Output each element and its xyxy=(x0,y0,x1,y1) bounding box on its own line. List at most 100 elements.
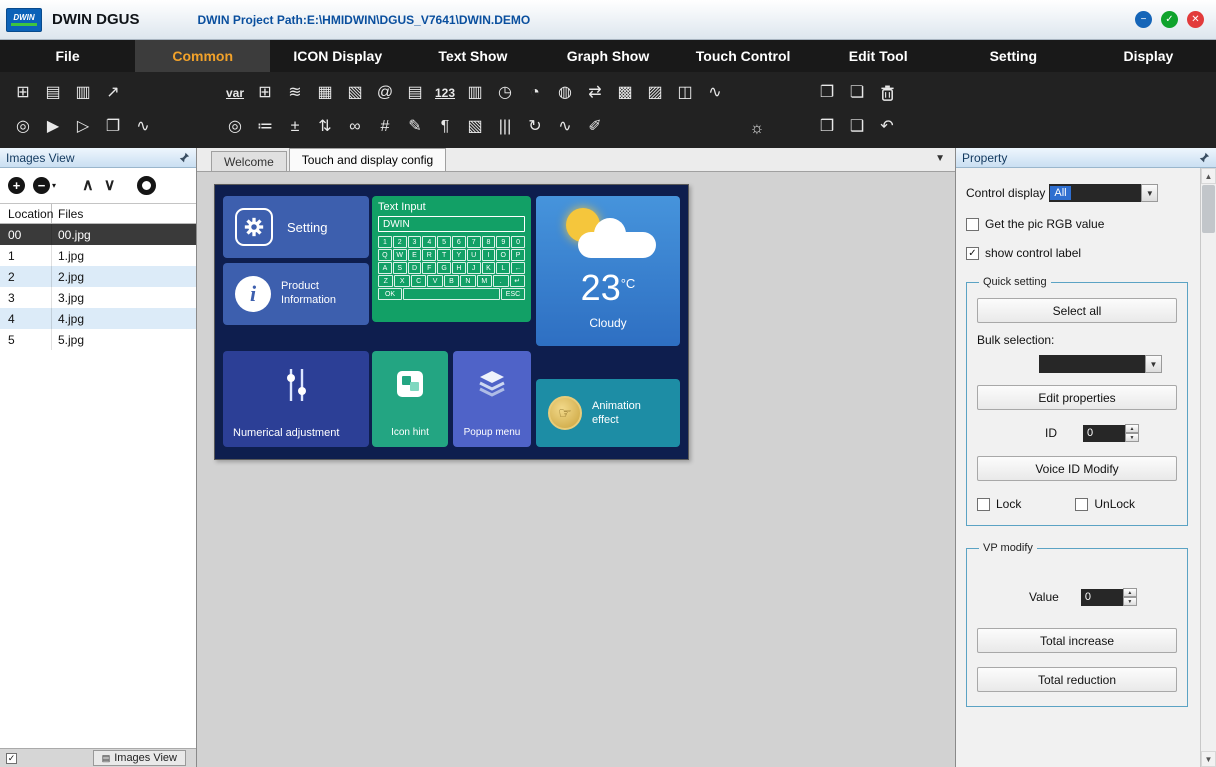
value-spin-up-icon[interactable]: ▲ xyxy=(1123,588,1137,597)
table-row[interactable]: 2 2.jpg xyxy=(0,266,196,287)
paste-icon[interactable]: ❒ xyxy=(812,114,842,140)
qr-code-icon[interactable]: ▩ xyxy=(610,80,640,106)
vertical-scrollbar[interactable]: ▲ ▼ xyxy=(1200,168,1216,767)
grid-icon[interactable]: ⊞ xyxy=(250,80,280,106)
play-icon[interactable]: ▶ xyxy=(38,114,68,140)
tab-welcome[interactable]: Welcome xyxy=(211,151,287,171)
equalizer-icon[interactable]: ||| xyxy=(490,114,520,140)
table-row[interactable]: 3 3.jpg xyxy=(0,287,196,308)
voice-id-modify-button[interactable]: Voice ID Modify xyxy=(977,456,1177,481)
paste-special-icon[interactable]: ❑ xyxy=(842,114,872,140)
qr-scan-icon[interactable]: ◍ xyxy=(550,80,580,106)
id-input[interactable]: 0 xyxy=(1083,425,1125,442)
confirm-button[interactable]: ✓ xyxy=(1161,11,1178,28)
remove-dropdown-icon[interactable]: ▾ xyxy=(52,181,56,190)
value-spin-down-icon[interactable]: ▼ xyxy=(1123,597,1137,606)
weather-tile[interactable]: 23 °C Cloudy xyxy=(536,196,680,346)
variable-icon[interactable]: var xyxy=(220,80,250,106)
control-display-dropdown-icon[interactable]: ▼ xyxy=(1141,184,1158,202)
text-style-icon[interactable]: ¶ xyxy=(430,114,460,140)
numerical-adjustment-tile[interactable]: Numerical adjustment xyxy=(223,351,369,447)
text-input-tile[interactable]: Text Input DWIN 1234567890 QWERTYUIOP AS… xyxy=(372,196,531,322)
select-all-button[interactable]: Select all xyxy=(977,298,1177,323)
move-down-button[interactable]: ∨ xyxy=(104,178,116,194)
brush-icon[interactable]: ✐ xyxy=(580,114,610,140)
lock-checkbox[interactable] xyxy=(977,498,990,511)
table-row[interactable]: 4 4.jpg xyxy=(0,308,196,329)
setting-tile[interactable]: Setting xyxy=(223,196,369,258)
animation-effect-tile[interactable]: ☞ Animation effect xyxy=(536,379,680,447)
at-icon[interactable]: @ xyxy=(370,80,400,106)
new-picture-icon[interactable]: ⊞ xyxy=(8,80,38,106)
number-display-icon[interactable]: 123 xyxy=(430,80,460,106)
menu-common[interactable]: Common xyxy=(135,40,270,72)
images-view-bottom-tab[interactable]: ▤ Images View xyxy=(93,750,186,766)
tab-touch-and-display-config[interactable]: Touch and display config xyxy=(289,148,446,171)
move-up-button[interactable]: ∧ xyxy=(82,178,94,194)
menu-file[interactable]: File xyxy=(0,40,135,72)
tune-icon[interactable]: ⇅ xyxy=(310,114,340,140)
product-information-tile[interactable]: i Product Information xyxy=(223,263,369,325)
value-input[interactable]: 0 xyxy=(1081,589,1123,606)
close-button[interactable]: ✕ xyxy=(1187,11,1204,28)
zoom-document-icon[interactable]: ◎ xyxy=(8,114,38,140)
data-transfer-icon[interactable]: ⇄ xyxy=(580,80,610,106)
copy-icon[interactable]: ❐ xyxy=(812,80,842,106)
panel-checkbox[interactable]: ✓ xyxy=(6,753,17,764)
id-spin-up-icon[interactable]: ▲ xyxy=(1125,424,1139,433)
menu-edit-tool[interactable]: Edit Tool xyxy=(811,40,946,72)
scroll-up-icon[interactable]: ▲ xyxy=(1201,168,1216,184)
roller-icon[interactable]: ◫ xyxy=(670,80,700,106)
clock-icon[interactable]: ◷ xyxy=(490,80,520,106)
control-display-select[interactable]: All xyxy=(1049,184,1141,202)
adjust-icon[interactable]: ≋ xyxy=(280,80,310,106)
save-icon[interactable]: ▤ xyxy=(38,80,68,106)
bezier-icon[interactable]: ∿ xyxy=(550,114,580,140)
show-label-checkbox[interactable]: ✓ xyxy=(966,247,979,260)
menu-text-show[interactable]: Text Show xyxy=(405,40,540,72)
table-row[interactable]: 5 5.jpg xyxy=(0,329,196,350)
menu-graph-show[interactable]: Graph Show xyxy=(540,40,675,72)
data-box-icon[interactable]: ▦ xyxy=(310,80,340,106)
icon-hint-tile[interactable]: Icon hint xyxy=(372,351,448,447)
print-icon[interactable]: ▥ xyxy=(68,80,98,106)
screen-preview-icon[interactable]: ❐ xyxy=(98,114,128,140)
keypad-icon[interactable]: # xyxy=(370,114,400,140)
image-display-icon[interactable]: ▧ xyxy=(340,80,370,106)
export-icon[interactable]: ↗ xyxy=(98,80,128,106)
add-image-button[interactable]: + xyxy=(8,177,25,194)
plus-minus-icon[interactable]: ± xyxy=(280,114,310,140)
curve-icon[interactable]: ∿ xyxy=(128,114,158,140)
undo-icon[interactable]: ↶ xyxy=(872,114,902,140)
minimize-button[interactable]: − xyxy=(1135,11,1152,28)
delete-icon[interactable] xyxy=(872,80,902,106)
bulk-selection-dropdown-icon[interactable]: ▼ xyxy=(1145,355,1162,373)
preview-image-button[interactable] xyxy=(137,176,156,195)
list-icon[interactable]: ≔ xyxy=(250,114,280,140)
text-search-icon[interactable]: ◎ xyxy=(220,114,250,140)
popup-menu-tile[interactable]: Popup menu xyxy=(453,351,531,447)
chart-icon[interactable]: ▨ xyxy=(640,80,670,106)
pen-icon[interactable]: ✎ xyxy=(400,114,430,140)
page-icon[interactable]: ▥ xyxy=(460,80,490,106)
play-list-icon[interactable]: ▷ xyxy=(68,114,98,140)
menu-icon-display[interactable]: ICON Display xyxy=(270,40,405,72)
duplicate-icon[interactable]: ❏ xyxy=(842,80,872,106)
brightness-icon[interactable]: ☼ xyxy=(742,116,772,142)
id-spin-down-icon[interactable]: ▼ xyxy=(1125,433,1139,442)
menu-setting[interactable]: Setting xyxy=(946,40,1081,72)
menu-display[interactable]: Display xyxy=(1081,40,1216,72)
menu-touch-control[interactable]: Touch Control xyxy=(676,40,811,72)
text-input-field[interactable]: DWIN xyxy=(378,216,525,232)
total-reduction-button[interactable]: Total reduction xyxy=(977,667,1177,692)
remove-image-button[interactable]: − xyxy=(33,177,50,194)
link-icon[interactable]: ∞ xyxy=(340,114,370,140)
total-increase-button[interactable]: Total increase xyxy=(977,628,1177,653)
edit-properties-button[interactable]: Edit properties xyxy=(977,385,1177,410)
photo-icon[interactable]: ▧ xyxy=(460,114,490,140)
timer-icon[interactable]: ◔ xyxy=(520,80,550,106)
screen-preview-canvas[interactable]: Setting i Product Information Numerical … xyxy=(214,184,689,460)
unlock-checkbox[interactable] xyxy=(1075,498,1088,511)
table-row[interactable]: 1 1.jpg xyxy=(0,245,196,266)
tab-list-dropdown-icon[interactable]: ▼ xyxy=(935,153,945,164)
